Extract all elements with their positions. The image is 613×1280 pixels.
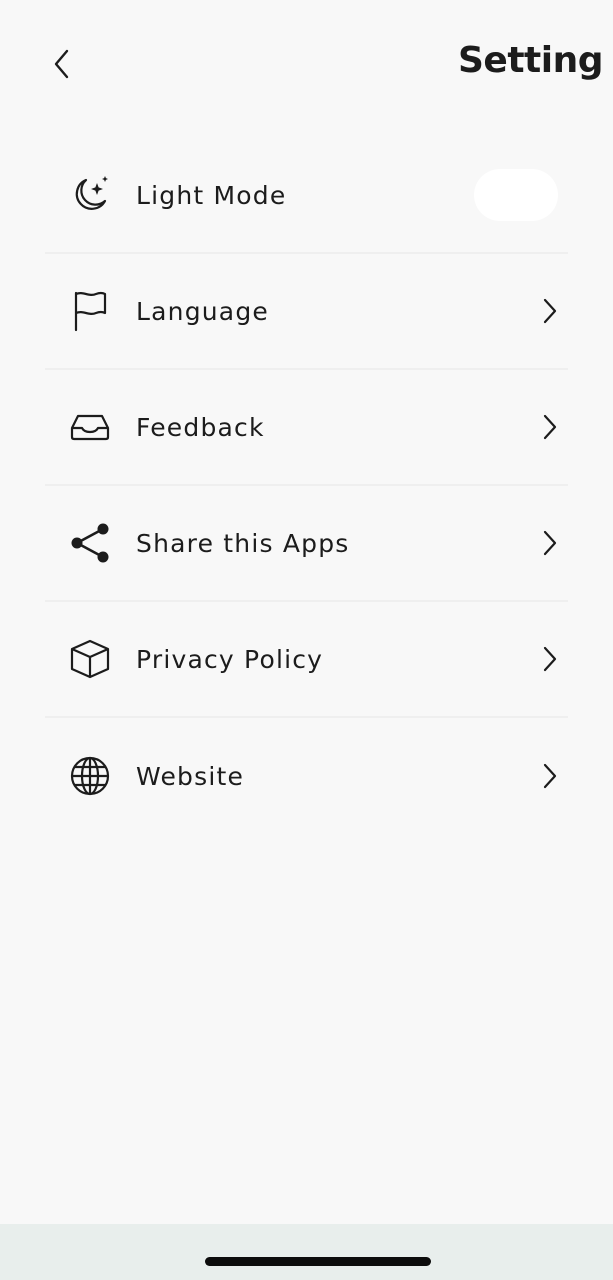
menu-item-label: Feedback (136, 412, 265, 442)
menu-item-label: Share this Apps (136, 528, 350, 558)
settings-menu: Light Mode Language Feedback Share this … (45, 138, 568, 834)
menu-item-label: Website (136, 761, 245, 791)
moon-stars-icon (69, 174, 111, 216)
menu-item-light-mode[interactable]: Light Mode (45, 138, 568, 254)
flag-icon (69, 290, 111, 332)
menu-item-website[interactable]: Website (45, 718, 568, 834)
globe-icon (69, 755, 111, 797)
chevron-right-icon (538, 528, 562, 558)
chevron-left-icon (54, 49, 69, 79)
bottom-bar (0, 1224, 613, 1280)
menu-item-label: Privacy Policy (136, 644, 324, 674)
menu-item-feedback[interactable]: Feedback (45, 370, 568, 486)
home-indicator[interactable] (205, 1257, 431, 1266)
light-mode-toggle[interactable] (474, 169, 558, 221)
box-icon (69, 638, 111, 680)
chevron-right-icon (538, 412, 562, 442)
menu-item-label: Language (136, 296, 269, 326)
chevron-right-icon (538, 296, 562, 326)
menu-item-language[interactable]: Language (45, 254, 568, 370)
header: Setting (0, 0, 613, 130)
menu-item-label: Light Mode (136, 180, 287, 210)
inbox-tray-icon (69, 406, 111, 448)
chevron-right-icon (538, 761, 562, 791)
menu-item-privacy-policy[interactable]: Privacy Policy (45, 602, 568, 718)
share-icon (69, 522, 111, 564)
back-button[interactable] (40, 40, 84, 88)
chevron-right-icon (538, 644, 562, 674)
page-title: Setting (458, 40, 604, 81)
menu-item-share[interactable]: Share this Apps (45, 486, 568, 602)
